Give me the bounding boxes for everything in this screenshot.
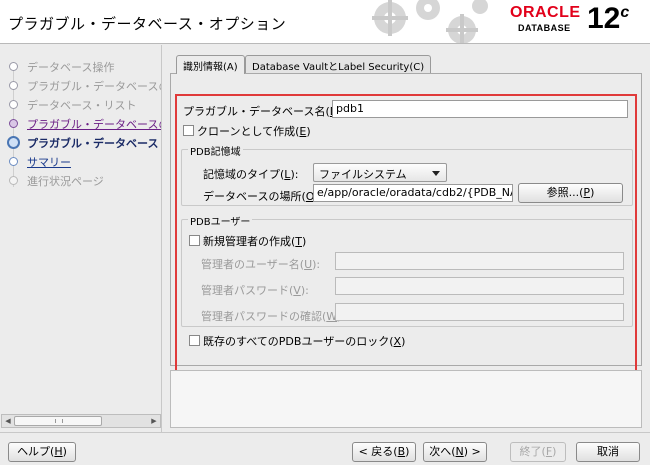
admin-password-input[interactable] (335, 277, 624, 295)
message-area (170, 370, 642, 428)
db-location-input[interactable]: e/app/oracle/oradata/cdb2/{PDB_NAME} (313, 184, 513, 202)
back-button[interactable]: < 戻る(B) (352, 442, 416, 462)
step-dot-icon (9, 81, 18, 90)
tab-database-vault[interactable]: Database VaultとLabel Security(C) (245, 55, 432, 73)
step-dot-icon (9, 100, 18, 109)
scroll-right-icon[interactable]: ▶ (148, 415, 160, 427)
step-pdb-create[interactable]: プラガブル・データベースの作 (0, 114, 161, 132)
lock-users-checkbox[interactable] (189, 335, 200, 346)
finish-button[interactable]: 終了(F) (510, 442, 566, 462)
help-button[interactable]: ヘルプ(H) (8, 442, 76, 462)
tab-identification[interactable]: 識別情報(A) (176, 55, 245, 74)
new-admin-checkbox[interactable] (189, 235, 200, 246)
storage-type-label: 記憶域のタイプ(L): (203, 168, 299, 181)
step-pdb-management: プラガブル・データベースの管 (0, 76, 161, 94)
step-dot-icon (9, 176, 18, 185)
scroll-left-icon[interactable]: ◀ (2, 415, 14, 427)
tab-panel: プラガブル・データベース名(D):? pdb1 クローンとして作成(E) PDB… (170, 73, 642, 380)
step-dot-icon (9, 157, 18, 166)
browse-button[interactable]: 参照...(P) (518, 183, 623, 203)
pdb-name-input[interactable]: pdb1 (332, 100, 628, 118)
step-dot-icon (9, 62, 18, 71)
current-step-icon (7, 136, 20, 149)
step-progress: 進行状況ページ (0, 171, 161, 189)
nav-horizontal-scrollbar[interactable]: ◀ ▶ (1, 414, 161, 428)
admin-password-label: 管理者パスワード(V): (201, 284, 309, 297)
step-database-list: データベース・リスト (0, 95, 161, 113)
wizard-steps-panel: データベース操作 プラガブル・データベースの管 データベース・リスト プラガブル… (0, 45, 162, 432)
admin-password-confirm-input[interactable] (335, 303, 624, 321)
step-pdb-options-current: プラガブル・データベース・ (0, 133, 161, 151)
oracle-logo: ORACLE DATABASE (510, 4, 581, 33)
new-admin-checkbox-row[interactable]: 新規管理者の作成(T) (189, 233, 306, 249)
clone-checkbox-row[interactable]: クローンとして作成(E) (183, 123, 311, 139)
admin-username-label: 管理者のユーザー名(U): (201, 258, 321, 271)
footer-bar: ヘルプ(H) < 戻る(B) 次へ(N) > 終了(F) 取消 (0, 432, 650, 465)
storage-type-select[interactable]: ファイルシステム (313, 163, 447, 182)
scrollbar-thumb[interactable] (14, 416, 102, 426)
cancel-button[interactable]: 取消 (576, 442, 640, 462)
gears-decoration-icon (372, 0, 488, 43)
clone-checkbox[interactable] (183, 125, 194, 136)
db-location-label: データベースの場所(O): (203, 190, 322, 203)
header-banner: プラガブル・データベース・オプション ORACLE DATABASE 12c (0, 0, 650, 44)
step-database-operation: データベース操作 (0, 57, 161, 75)
step-dot-icon (9, 119, 18, 128)
pdb-name-label: プラガブル・データベース名(D):? (183, 103, 357, 119)
main-content: 識別情報(A) Database VaultとLabel Security(C)… (170, 55, 642, 432)
admin-username-input[interactable] (335, 252, 624, 270)
page-title: プラガブル・データベース・オプション (8, 15, 287, 33)
admin-password-confirm-label: 管理者パスワードの確認(W): (201, 310, 345, 323)
step-summary[interactable]: サマリー (0, 152, 161, 170)
next-button[interactable]: 次へ(N) > (423, 442, 487, 462)
lock-users-checkbox-row[interactable]: 既存のすべてのPDBユーザーのロック(X) (189, 333, 405, 349)
chevron-down-icon (432, 171, 440, 176)
version-logo: 12c (587, 2, 630, 35)
